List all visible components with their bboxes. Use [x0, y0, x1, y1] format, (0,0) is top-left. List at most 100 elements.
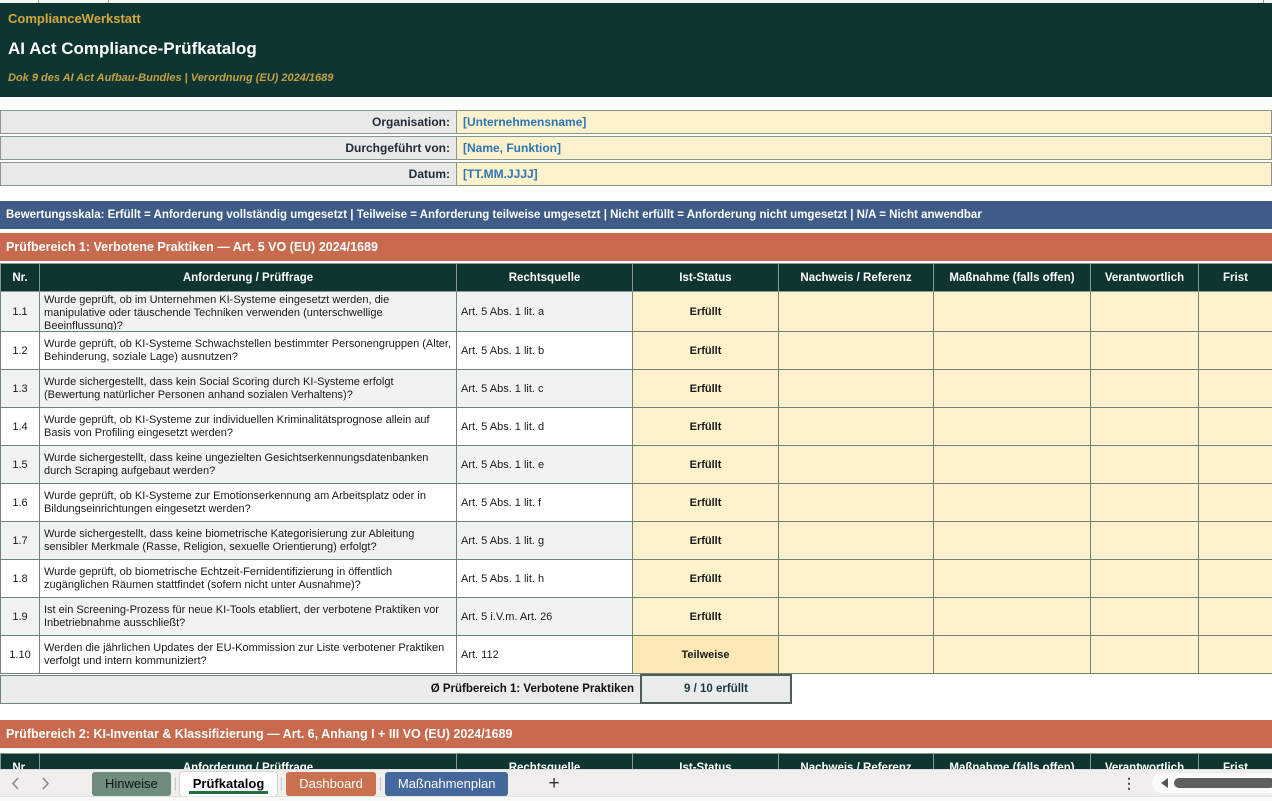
measure-cell[interactable] [934, 332, 1091, 370]
row-number-cell[interactable]: 1.4 [1, 408, 40, 446]
evidence-cell[interactable] [779, 332, 934, 370]
due-date-cell[interactable] [1199, 598, 1272, 636]
table-row: 1.2 Wurde geprüft, ob KI-Systeme Schwach… [1, 332, 1272, 370]
question-cell[interactable]: Wurde geprüft, ob KI-Systeme zur individ… [40, 408, 457, 446]
date-label: Datum: [0, 162, 456, 186]
evidence-cell[interactable] [779, 484, 934, 522]
tab-hinweise[interactable]: Hinweise [92, 772, 171, 796]
responsible-cell[interactable] [1091, 560, 1199, 598]
tab-pruefkatalog[interactable]: Prüfkatalog [180, 772, 278, 796]
legal-source-cell[interactable]: Art. 5 Abs. 1 lit. c [457, 370, 633, 408]
legal-source-cell[interactable]: Art. 112 [457, 636, 633, 674]
tab-overflow-menu-icon[interactable]: ⋮ [1122, 775, 1136, 792]
status-cell[interactable]: Erfüllt [633, 522, 779, 560]
evidence-cell[interactable] [779, 560, 934, 598]
due-date-cell[interactable] [1199, 332, 1272, 370]
evidence-cell[interactable] [779, 292, 934, 332]
legal-source-cell[interactable]: Art. 5 Abs. 1 lit. g [457, 522, 633, 560]
measure-cell[interactable] [934, 484, 1091, 522]
measure-cell[interactable] [934, 598, 1091, 636]
measure-cell[interactable] [934, 636, 1091, 674]
responsible-cell[interactable] [1091, 292, 1199, 332]
row-number-cell[interactable]: 1.7 [1, 522, 40, 560]
evidence-cell[interactable] [779, 598, 934, 636]
row-number-cell[interactable]: 1.8 [1, 560, 40, 598]
conducted-by-field[interactable]: [Name, Funktion] [456, 136, 1272, 160]
row-number-cell[interactable]: 1.1 [1, 292, 40, 332]
row-number-cell[interactable]: 1.9 [1, 598, 40, 636]
measure-cell[interactable] [934, 560, 1091, 598]
question-cell[interactable]: Werden die jährlichen Updates der EU-Kom… [40, 636, 457, 674]
row-number-cell[interactable]: 1.10 [1, 636, 40, 674]
row-number-cell[interactable]: 1.5 [1, 446, 40, 484]
horizontal-scrollbar[interactable] [1152, 773, 1272, 793]
legal-source-cell[interactable]: Art. 5 Abs. 1 lit. a [457, 292, 633, 332]
responsible-cell[interactable] [1091, 446, 1199, 484]
prev-sheet-arrow-icon[interactable] [0, 774, 30, 794]
evidence-cell[interactable] [779, 636, 934, 674]
summary-label: Ø Prüfbereich 1: Verbotene Praktiken [1, 675, 642, 703]
legal-source-cell[interactable]: Art. 5 Abs. 1 lit. d [457, 408, 633, 446]
row-number-cell[interactable]: 1.3 [1, 370, 40, 408]
evidence-cell[interactable] [779, 522, 934, 560]
status-cell[interactable]: Erfüllt [633, 598, 779, 636]
due-date-cell[interactable] [1199, 484, 1272, 522]
due-date-cell[interactable] [1199, 560, 1272, 598]
status-cell[interactable]: Teilweise [633, 636, 779, 674]
question-cell[interactable]: Wurde sichergestellt, dass kein Social S… [40, 370, 457, 408]
status-cell[interactable]: Erfüllt [633, 408, 779, 446]
legal-source-cell[interactable]: Art. 5 Abs. 1 lit. b [457, 332, 633, 370]
due-date-cell[interactable] [1199, 446, 1272, 484]
question-cell[interactable]: Wurde geprüft, ob KI-Systeme Schwachstel… [40, 332, 457, 370]
col-header-source: Rechtsquelle [457, 264, 633, 292]
measure-cell[interactable] [934, 408, 1091, 446]
question-cell[interactable]: Ist ein Screening-Prozess für neue KI-To… [40, 598, 457, 636]
measure-cell[interactable] [934, 370, 1091, 408]
measure-cell[interactable] [934, 446, 1091, 484]
question-cell[interactable]: Wurde geprüft, ob im Unternehmen KI-Syst… [40, 292, 457, 332]
due-date-cell[interactable] [1199, 292, 1272, 332]
question-cell[interactable]: Wurde sichergestellt, dass keine ungezie… [40, 446, 457, 484]
status-cell[interactable]: Erfüllt [633, 484, 779, 522]
scroll-left-arrow-icon[interactable] [1161, 778, 1168, 788]
scrollbar-thumb[interactable] [1174, 778, 1272, 788]
responsible-cell[interactable] [1091, 598, 1199, 636]
status-cell[interactable]: Erfüllt [633, 292, 779, 332]
question-cell[interactable]: Wurde geprüft, ob KI-Systeme zur Emotion… [40, 484, 457, 522]
legal-source-cell[interactable]: Art. 5 Abs. 1 lit. h [457, 560, 633, 598]
due-date-cell[interactable] [1199, 370, 1272, 408]
page-title: AI Act Compliance-Prüfkatalog [8, 39, 257, 59]
responsible-cell[interactable] [1091, 522, 1199, 560]
evidence-cell[interactable] [779, 370, 934, 408]
status-cell[interactable]: Erfüllt [633, 332, 779, 370]
date-field[interactable]: [TT.MM.JJJJ] [456, 162, 1272, 186]
responsible-cell[interactable] [1091, 408, 1199, 446]
due-date-cell[interactable] [1199, 522, 1272, 560]
row-number-cell[interactable]: 1.6 [1, 484, 40, 522]
add-sheet-button[interactable]: + [548, 774, 559, 793]
tab-massnahmenplan[interactable]: Maßnahmenplan [385, 772, 509, 796]
tab-dashboard[interactable]: Dashboard [286, 772, 376, 796]
responsible-cell[interactable] [1091, 332, 1199, 370]
row-number-cell[interactable]: 1.2 [1, 332, 40, 370]
due-date-cell[interactable] [1199, 636, 1272, 674]
measure-cell[interactable] [934, 292, 1091, 332]
evidence-cell[interactable] [779, 408, 934, 446]
legal-source-cell[interactable]: Art. 5 i.V.m. Art. 26 [457, 598, 633, 636]
responsible-cell[interactable] [1091, 636, 1199, 674]
status-cell[interactable]: Erfüllt [633, 370, 779, 408]
legal-source-cell[interactable]: Art. 5 Abs. 1 lit. f [457, 484, 633, 522]
evidence-cell[interactable] [779, 446, 934, 484]
legal-source-cell[interactable]: Art. 5 Abs. 1 lit. e [457, 446, 633, 484]
question-cell[interactable]: Wurde geprüft, ob biometrische Echtzeit-… [40, 560, 457, 598]
due-date-cell[interactable] [1199, 408, 1272, 446]
status-cell[interactable]: Erfüllt [633, 560, 779, 598]
responsible-cell[interactable] [1091, 484, 1199, 522]
brand-name: ComplianceWerkstatt [8, 11, 141, 26]
responsible-cell[interactable] [1091, 370, 1199, 408]
next-sheet-arrow-icon[interactable] [30, 774, 60, 794]
measure-cell[interactable] [934, 522, 1091, 560]
organisation-field[interactable]: [Unternehmensname] [456, 110, 1272, 134]
question-cell[interactable]: Wurde sichergestellt, dass keine biometr… [40, 522, 457, 560]
status-cell[interactable]: Erfüllt [633, 446, 779, 484]
